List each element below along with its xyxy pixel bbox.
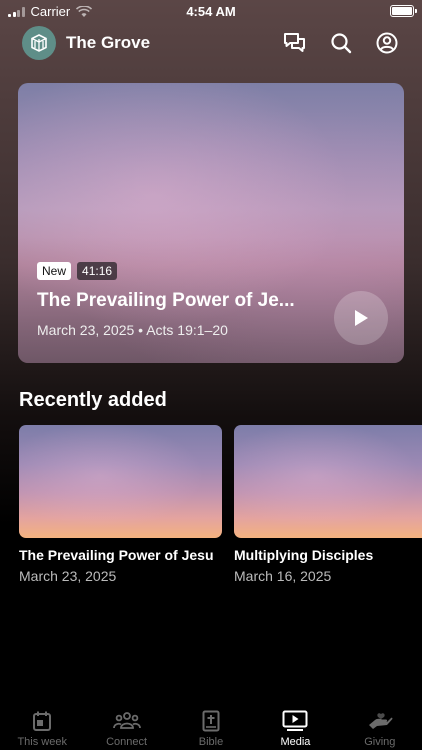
tab-bible[interactable]: Bible — [169, 702, 253, 750]
search-button[interactable] — [328, 30, 354, 56]
status-bar: Carrier 4:54 AM — [0, 0, 422, 22]
search-icon — [331, 33, 352, 54]
play-icon — [355, 310, 368, 326]
duration-badge: 41:16 — [77, 262, 118, 280]
giving-hand-icon — [368, 713, 393, 729]
tab-this-week[interactable]: This week — [0, 702, 84, 750]
media-card-date: March 23, 2025 — [19, 568, 117, 584]
tab-label: Media — [280, 736, 311, 748]
app-title: The Grove — [66, 33, 151, 52]
media-play-icon — [282, 710, 308, 731]
tab-label: Giving — [364, 736, 396, 748]
media-thumbnail — [19, 425, 222, 538]
media-card-title: Multiplying Disciples — [234, 547, 374, 563]
header-actions — [282, 30, 400, 56]
tab-media[interactable]: Media — [253, 702, 337, 750]
status-time: 4:54 AM — [186, 4, 236, 19]
tab-label: This week — [17, 736, 67, 748]
messages-button[interactable] — [282, 30, 308, 56]
account-icon — [376, 32, 398, 54]
media-card[interactable]: Multiplying Disciples March 16, 2025 — [234, 425, 422, 584]
new-badge: New — [37, 262, 72, 280]
media-card-date: March 16, 2025 — [234, 568, 332, 584]
tab-bar: This week Connect Bible Media Giving — [0, 702, 422, 750]
featured-title: The Prevailing Power of Je... — [37, 290, 295, 311]
tab-label: Connect — [106, 736, 148, 748]
bible-icon — [202, 710, 220, 732]
media-card[interactable]: The Prevailing Power of Jesu March 23, 2… — [19, 425, 222, 584]
battery-icon — [390, 5, 417, 17]
featured-badges: New 41:16 — [37, 262, 118, 280]
media-thumbnail — [234, 425, 422, 538]
tab-connect[interactable]: Connect — [84, 702, 168, 750]
tab-giving[interactable]: Giving — [338, 702, 422, 750]
featured-meta: March 23, 2025 • Acts 19:1–20 — [37, 322, 228, 338]
church-logo[interactable] — [22, 26, 56, 60]
account-button[interactable] — [374, 30, 400, 56]
app-header: The Grove — [22, 26, 400, 60]
tab-label: Bible — [198, 736, 224, 748]
recently-added-heading: Recently added — [19, 389, 167, 411]
media-card-title: The Prevailing Power of Jesu — [19, 547, 214, 563]
calendar-icon — [33, 711, 52, 731]
chat-icon — [284, 33, 305, 52]
people-icon — [112, 712, 141, 729]
logo-icon — [31, 34, 47, 52]
play-button[interactable] — [334, 291, 388, 345]
featured-sermon-card[interactable]: New 41:16 The Prevailing Power of Je... … — [18, 83, 404, 363]
